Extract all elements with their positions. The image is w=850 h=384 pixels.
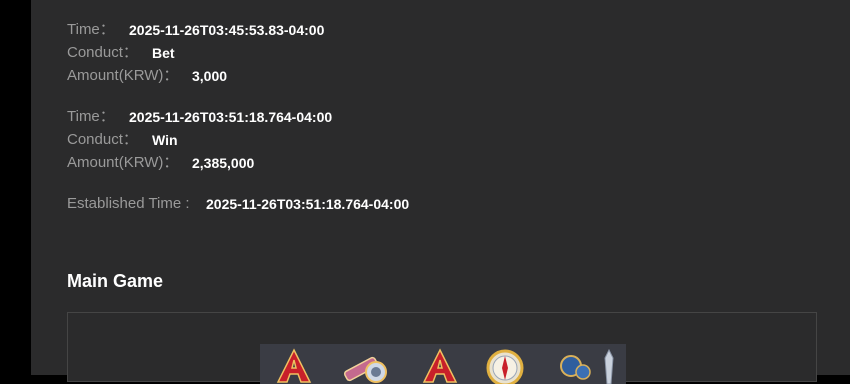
compass-symbol-icon: [486, 349, 524, 384]
amount-label: Amount(KRW): [67, 154, 164, 171]
established-time-label: Established Time: [67, 195, 182, 212]
letter-a-symbol-icon: [422, 348, 458, 383]
time-label: Time: [67, 21, 100, 38]
record-1-conduct-row: Conduct： Bet: [67, 43, 175, 63]
record-2-time-row: Time： 2025-11-26T03:51:18.764-04:00: [67, 107, 332, 127]
record-2-conduct-row: Conduct： Win: [67, 130, 178, 150]
time-value: 2025-11-26T03:51:18.764-04:00: [129, 109, 333, 125]
letter-a-symbol-icon: [276, 348, 312, 383]
colon-separator: ：: [163, 67, 179, 84]
colon-separator: ：: [122, 131, 138, 148]
conduct-label: Conduct: [67, 131, 123, 148]
colon-separator: :: [181, 195, 190, 212]
amount-value: 2,385,000: [192, 155, 255, 171]
main-game-title: Main Game: [67, 271, 164, 291]
colon-separator: ：: [99, 108, 115, 125]
amount-value: 3,000: [192, 68, 228, 84]
conduct-label: Conduct: [67, 44, 123, 61]
colon-separator: ：: [163, 154, 179, 171]
record-1-amount-row: Amount(KRW)： 3,000: [67, 66, 227, 86]
slot-reel-strip: [260, 344, 626, 384]
colon-separator: ：: [122, 44, 138, 61]
colon-separator: ：: [99, 21, 115, 38]
established-time-row: Established Time : 2025-11-26T03:51:18.7…: [67, 194, 409, 214]
telescope-symbol-icon: [343, 356, 387, 383]
record-1-time-row: Time： 2025-11-26T03:45:53.83-04:00: [67, 20, 324, 40]
time-label: Time: [67, 108, 100, 125]
conduct-value: Bet: [152, 45, 175, 61]
record-2-amount-row: Amount(KRW)： 2,385,000: [67, 153, 254, 173]
amount-label: Amount(KRW): [67, 67, 164, 84]
left-edge-rail: [0, 0, 31, 375]
time-value: 2025-11-26T03:45:53.83-04:00: [129, 22, 325, 38]
conduct-value: Win: [152, 132, 178, 148]
established-time-value: 2025-11-26T03:51:18.764-04:00: [206, 196, 410, 212]
sword-symbol-icon: [560, 348, 614, 384]
